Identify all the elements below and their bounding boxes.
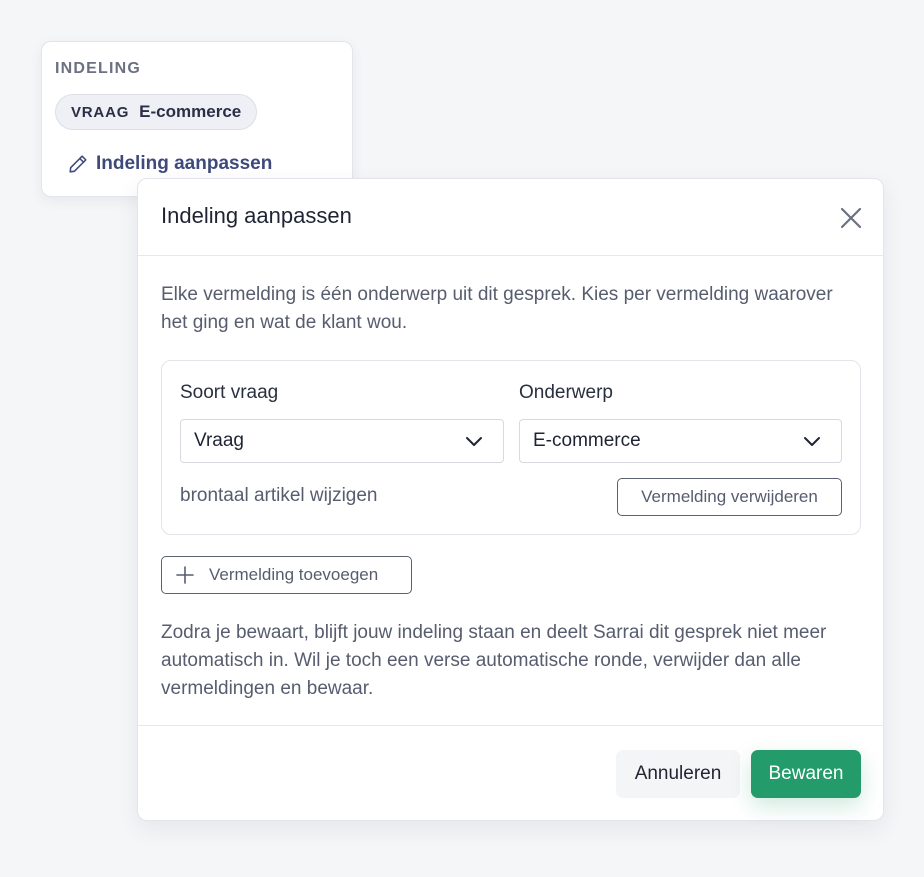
save-button[interactable]: Bewaren xyxy=(751,750,861,798)
question-type-select[interactable]: Vraag xyxy=(180,419,504,463)
entry-note: brontaal artikel wijzigen xyxy=(180,485,378,506)
question-type-value: Vraag xyxy=(194,430,244,451)
remove-entry-button[interactable]: Vermelding verwijderen xyxy=(617,478,842,516)
cancel-button[interactable]: Annuleren xyxy=(616,750,740,798)
tag-topic-label: E-commerce xyxy=(139,102,242,121)
close-icon xyxy=(840,207,862,229)
indeling-card: INDELING VRAAG E-commerce Indeling aanpa… xyxy=(41,41,353,197)
dialog-footer-note: Zodra je bewaart, blijft jouw indeling s… xyxy=(161,622,827,699)
dialog-footer: Annuleren Bewaren xyxy=(138,725,883,821)
chevron-down-icon xyxy=(465,434,483,448)
tag-kind-label: VRAAG xyxy=(71,103,130,121)
topic-value: E-commerce xyxy=(533,430,641,451)
edit-indeling-link[interactable]: Indeling aanpassen xyxy=(67,153,272,175)
edit-indeling-label: Indeling aanpassen xyxy=(96,153,273,174)
question-type-label: Soort vraag xyxy=(180,382,279,403)
topic-select[interactable]: E-commerce xyxy=(519,419,842,463)
classification-tag: VRAAG E-commerce xyxy=(55,94,258,130)
plus-icon xyxy=(175,565,195,585)
indeling-heading: INDELING xyxy=(55,60,142,77)
close-button[interactable] xyxy=(838,205,864,231)
add-entry-button[interactable]: Vermelding toevoegen xyxy=(161,556,412,594)
dialog-title: Indeling aanpassen xyxy=(161,203,352,228)
dialog-header: Indeling aanpassen xyxy=(138,179,883,256)
dialog-intro-text: Elke vermelding is één onderwerp uit dit… xyxy=(161,284,833,333)
entry-card: Soort vraag Onderwerp Vraag E-commerce b… xyxy=(161,360,861,535)
edit-indeling-dialog: Indeling aanpassen Elke vermelding is éé… xyxy=(137,178,884,821)
topic-label: Onderwerp xyxy=(519,382,613,403)
add-entry-label: Vermelding toevoegen xyxy=(209,565,379,584)
pencil-icon xyxy=(69,155,87,173)
chevron-down-icon xyxy=(803,434,821,448)
